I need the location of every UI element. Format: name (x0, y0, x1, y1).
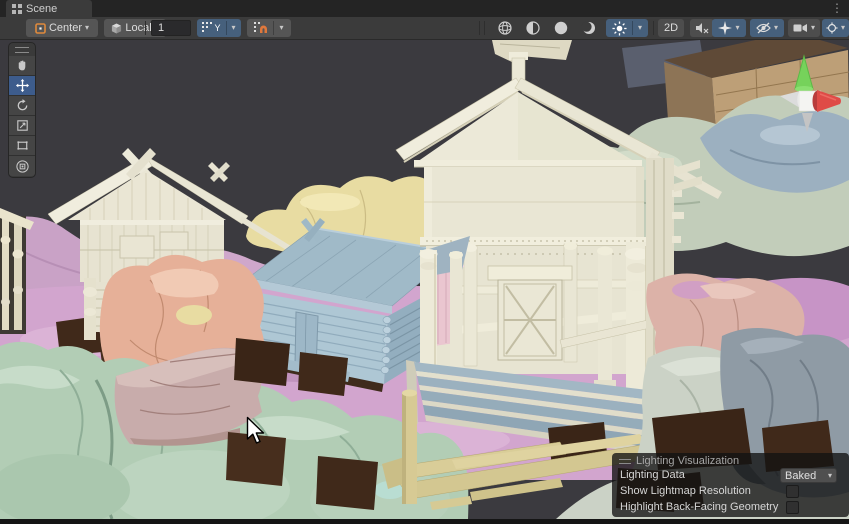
lighting-data-dropdown[interactable]: Baked ▾ (780, 468, 837, 483)
shaded-mode-button[interactable] (548, 19, 574, 37)
hand-icon (15, 58, 30, 73)
2d-mode-button[interactable]: 2D (658, 19, 684, 37)
camera-icon (793, 22, 808, 34)
tools-overlay (8, 42, 36, 178)
hidden-objects-dropdown[interactable]: ▾ (750, 19, 784, 37)
chevron-down-icon: ▾ (841, 24, 845, 32)
camera-settings-dropdown[interactable]: ▾ (788, 19, 820, 37)
grid-visibility-dropdown[interactable]: Y ▾ (197, 19, 241, 37)
eye-slash-icon (756, 22, 771, 34)
lighting-panel-title: Lighting Visualization (636, 455, 739, 467)
pivot-mode-dropdown[interactable]: Center ▾ (26, 19, 98, 37)
gizmos-dropdown[interactable]: ▾ (822, 19, 849, 37)
half-sphere-icon (525, 20, 541, 36)
grid-size-input[interactable] (151, 20, 191, 36)
sun-icon (612, 21, 627, 36)
overflow-menu-icon[interactable]: ⋮ (831, 1, 843, 16)
gizmo-crosshair-icon (826, 21, 838, 35)
chevron-down-icon: ▾ (279, 24, 283, 32)
tool-rect[interactable] (9, 136, 35, 156)
tab-label: Scene (26, 3, 57, 15)
chevron-down-icon: ▾ (735, 24, 739, 32)
toolbar-separator (479, 21, 480, 35)
tool-transform[interactable] (9, 156, 35, 176)
toolbar-separator (653, 21, 654, 35)
lighting-data-row: Lighting Data Baked ▾ (612, 468, 849, 484)
chevron-down-icon: ▾ (232, 24, 236, 32)
crescent-icon (581, 20, 597, 36)
transform-icon (15, 159, 30, 174)
lighting-visualization-panel: Lighting Visualization Lighting Data Bak… (612, 453, 849, 517)
grid-axis-label: Y (214, 23, 220, 33)
tools-drag-handle[interactable] (15, 47, 29, 53)
rotate-icon (15, 98, 30, 113)
tab-bar: Scene ⋮ (0, 0, 849, 17)
tool-scale[interactable] (9, 116, 35, 136)
speaker-muted-icon (695, 22, 709, 34)
scene-lighting-dropdown[interactable]: ▾ (606, 19, 648, 37)
snap-settings-dropdown[interactable]: ▾ (247, 19, 291, 37)
tool-rotate[interactable] (9, 96, 35, 116)
tab-scene[interactable]: Scene (6, 0, 92, 17)
filled-sphere-icon (553, 20, 569, 36)
chevron-down-icon: ▾ (774, 24, 778, 32)
toolbar-separator (145, 21, 146, 35)
sparkle-icon (718, 21, 732, 35)
chevron-down-icon: ▾ (828, 472, 832, 480)
grid-icon (12, 4, 22, 14)
highlight-backfacing-checkbox[interactable] (786, 501, 799, 514)
lighting-data-label: Lighting Data (620, 469, 685, 481)
chevron-down-icon: ▾ (811, 24, 815, 32)
show-lightmap-label: Show Lightmap Resolution (620, 485, 751, 497)
scene-viewport[interactable]: x (0, 40, 849, 519)
rect-tool-icon (15, 138, 30, 153)
move-icon (15, 78, 30, 93)
highlight-backfacing-label: Highlight Back-Facing Geometry (620, 501, 778, 513)
shaded-wire-mode-button[interactable] (492, 19, 518, 37)
show-lightmap-row: Show Lightmap Resolution (612, 484, 849, 500)
chevron-down-icon: ▾ (638, 24, 642, 32)
tool-view-hand[interactable] (9, 56, 35, 76)
lighting-panel-header: Lighting Visualization (612, 453, 849, 468)
snap-magnet-icon (254, 22, 268, 34)
toolbar-separator (484, 21, 485, 35)
unity-scene-window: Scene ⋮ Center ▾ Local ▾ (0, 0, 849, 524)
wire-sphere-icon (497, 20, 513, 36)
scene-toolbar: Center ▾ Local ▾ Y ▾ (0, 17, 849, 40)
show-lightmap-checkbox[interactable] (786, 485, 799, 498)
highlight-backfacing-row: Highlight Back-Facing Geometry (612, 500, 849, 516)
effects-dropdown[interactable]: ▾ (712, 19, 746, 37)
window-bottom-edge (0, 519, 849, 524)
cube-icon (111, 23, 122, 34)
pivot-icon (35, 23, 46, 34)
tool-move[interactable] (9, 76, 35, 96)
half-shaded-mode-button[interactable] (520, 19, 546, 37)
scale-icon (15, 118, 30, 133)
panel-drag-handle[interactable] (619, 459, 631, 464)
chevron-down-icon: ▾ (85, 24, 89, 32)
overdraw-mode-button[interactable] (576, 19, 602, 37)
audio-mute-button[interactable] (690, 19, 714, 37)
